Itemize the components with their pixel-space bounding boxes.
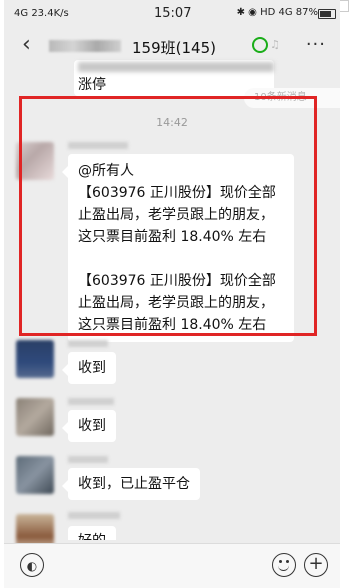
previous-message-text: 涨停 [78, 77, 106, 93]
sync-icon [252, 37, 268, 53]
announcement-message[interactable]: @所有人 【603976 正川股份】现价全部止盈出局，老学员跟上的朋友，这只票目… [62, 154, 294, 342]
phone-screen: 4G 23.4K/s 15:07 ✱ ◉ HD 4G 87% ‹ 159班(14… [4, 0, 340, 588]
chat-title: 159班(145) [132, 39, 216, 57]
battery-percent: 87% [295, 7, 318, 18]
emoji-icon[interactable] [272, 553, 296, 577]
voice-icon[interactable]: ◐ [20, 553, 44, 577]
sender-name-blurred [68, 142, 128, 149]
status-right: ✱ ◉ HD 4G 87% [236, 7, 318, 18]
previous-message[interactable]: 涨停 [74, 60, 274, 96]
signal-text: HD 4G [260, 7, 293, 18]
back-icon[interactable]: ‹ [22, 32, 31, 57]
sender-name-blurred [68, 456, 108, 463]
network-type: 4G [14, 8, 29, 19]
announcement-paragraph-2: 【603976 正川股份】现价全部止盈出局，老学员跟上的朋友，这只票目前盈利 1… [78, 273, 276, 333]
reply-message[interactable]: 好的 [68, 526, 116, 540]
avatar[interactable] [16, 340, 54, 378]
reply-message[interactable]: 收到 [62, 352, 116, 384]
clock: 15:07 [154, 6, 192, 21]
sender-name-blurred [68, 398, 114, 405]
input-bar: ◐ + [4, 543, 340, 588]
blurred-text [78, 62, 274, 72]
avatar[interactable] [16, 456, 54, 494]
blurred-group-prefix [49, 40, 121, 52]
more-icon[interactable]: ··· [306, 34, 326, 55]
reply-message[interactable]: 收到，已止盈平仓 [62, 468, 200, 500]
network-speed: 23.4K/s [31, 8, 69, 19]
announcement-paragraph-1: 【603976 正川股份】现价全部止盈出局，老学员跟上的朋友，这只票目前盈利 1… [78, 185, 276, 245]
plus-icon[interactable]: + [304, 553, 328, 577]
reply-message[interactable]: 收到 [62, 410, 116, 442]
status-bar: 4G 23.4K/s 15:07 ✱ ◉ HD 4G 87% [4, 0, 340, 26]
battery-icon [318, 9, 336, 19]
mute-icon: ♫ [270, 38, 280, 51]
unread-pill[interactable]: 10条新消息 [244, 88, 340, 108]
avatar[interactable] [16, 398, 54, 436]
avatar[interactable] [16, 142, 54, 180]
sender-name-blurred [68, 340, 108, 347]
network-status: 4G 23.4K/s [14, 8, 69, 19]
sender-name-blurred [68, 512, 120, 519]
mention-text: @所有人 [78, 163, 134, 179]
message-timestamp: 14:42 [156, 116, 188, 129]
